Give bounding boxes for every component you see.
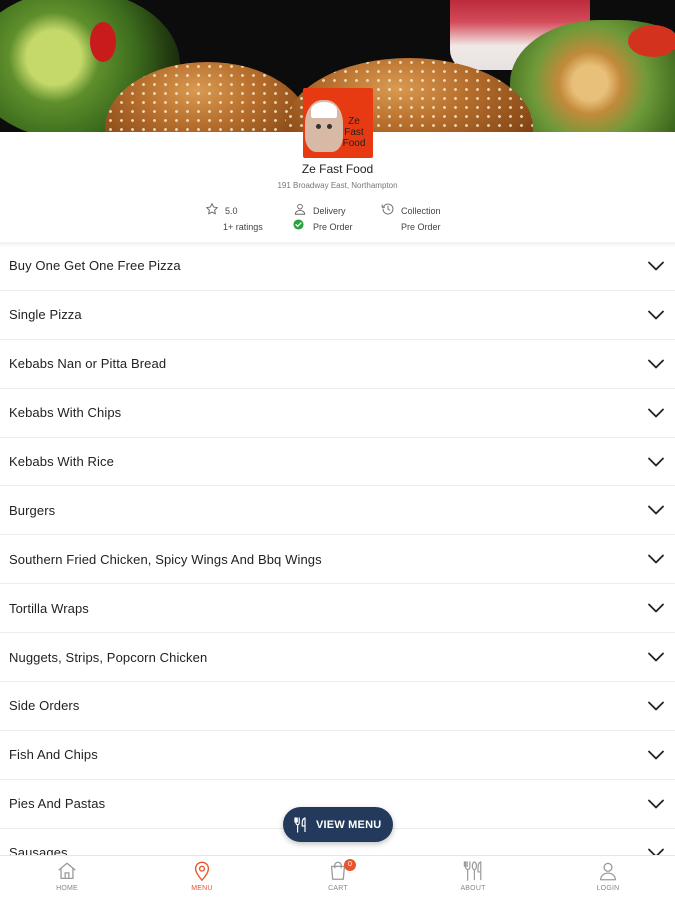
collection-label: Collection	[401, 206, 441, 216]
nav-home[interactable]: HOME	[27, 860, 107, 892]
menu-category-row[interactable]: Kebabs With Chips	[0, 389, 675, 438]
menu-category-row[interactable]: Kebabs With Rice	[0, 438, 675, 487]
chevron-down-icon	[648, 261, 664, 271]
list-top-shadow	[0, 242, 675, 248]
menu-category-row[interactable]: Buy One Get One Free Pizza	[0, 242, 675, 291]
menu-category-label: Side Orders	[9, 698, 80, 714]
nav-home-label: HOME	[56, 885, 78, 892]
menu-category-list: Buy One Get One Free Pizza Single Pizza …	[0, 242, 675, 878]
about-cutlery-icon	[463, 861, 482, 881]
cutlery-icon	[294, 816, 306, 833]
menu-category-row[interactable]: Side Orders	[0, 682, 675, 731]
menu-category-label: Buy One Get One Free Pizza	[9, 258, 181, 274]
home-icon	[58, 862, 76, 879]
bottom-nav: HOME MENU 0 CART ABOUT LOGIN	[0, 855, 675, 900]
chevron-down-icon	[648, 554, 664, 564]
chevron-down-icon	[648, 408, 664, 418]
nav-cart-label: CART	[328, 885, 348, 892]
menu-category-label: Nuggets, Strips, Popcorn Chicken	[9, 649, 208, 665]
chevron-down-icon	[648, 652, 664, 662]
store-name: Ze Fast Food	[301, 162, 374, 176]
nav-about[interactable]: ABOUT	[433, 860, 513, 892]
menu-category-row[interactable]: Burgers	[0, 486, 675, 536]
nav-login-label: LOGIN	[596, 885, 620, 892]
menu-category-label: Tortilla Wraps	[9, 600, 89, 616]
menu-category-row[interactable]: Single Pizza	[0, 291, 675, 340]
collection-status: Pre Order	[401, 222, 441, 232]
chevron-down-icon	[648, 799, 664, 809]
store-logo: Ze Fast Food	[303, 88, 373, 158]
star-icon	[206, 203, 218, 215]
menu-category-label: Pies And Pastas	[9, 796, 106, 812]
nav-cart[interactable]: 0 CART	[298, 859, 378, 892]
menu-category-row[interactable]: Southern Fried Chicken, Spicy Wings And …	[0, 535, 675, 585]
delivery-person-icon	[294, 203, 306, 215]
clock-history-icon	[381, 203, 394, 215]
rating-value: 5.0	[225, 206, 238, 216]
logo-text: Ze Fast Food	[342, 116, 366, 149]
map-pin-icon	[194, 861, 210, 882]
nav-about-label: ABOUT	[460, 885, 486, 892]
chevron-down-icon	[648, 701, 664, 711]
chevron-down-icon	[648, 603, 664, 613]
menu-category-label: Southern Fried Chicken, Spicy Wings And …	[9, 551, 322, 567]
store-address: 191 Broadway East, Northampton	[277, 181, 398, 190]
chevron-down-icon	[648, 310, 664, 320]
check-circle-icon	[293, 219, 304, 230]
chevron-down-icon	[648, 359, 664, 369]
nav-menu[interactable]: MENU	[162, 860, 242, 892]
delivery-label: Delivery	[313, 206, 346, 216]
view-menu-label: VIEW MENU	[316, 818, 382, 831]
menu-category-row[interactable]: Fish And Chips	[0, 731, 675, 780]
menu-category-label: Single Pizza	[9, 307, 82, 323]
delivery-status: Pre Order	[313, 222, 353, 232]
nav-menu-label: MENU	[191, 885, 213, 892]
menu-category-label: Kebabs Nan or Pitta Bread	[9, 356, 167, 372]
view-menu-button[interactable]: VIEW MENU	[283, 807, 393, 842]
chevron-down-icon	[648, 505, 664, 515]
menu-category-row[interactable]: Kebabs Nan or Pitta Bread	[0, 340, 675, 389]
menu-category-row[interactable]: Tortilla Wraps	[0, 584, 675, 634]
rating-count: 1+ ratings	[223, 222, 263, 232]
chevron-down-icon	[648, 457, 664, 466]
menu-category-label: Burgers	[9, 502, 56, 518]
menu-category-row[interactable]: Nuggets, Strips, Popcorn Chicken	[0, 633, 675, 683]
nav-login[interactable]: LOGIN	[568, 860, 648, 892]
menu-category-label: Kebabs With Rice	[9, 454, 114, 469]
menu-category-label: Fish And Chips	[9, 747, 98, 763]
user-icon	[600, 862, 616, 881]
chevron-down-icon	[648, 750, 664, 760]
cart-count-badge: 0	[344, 859, 356, 871]
menu-category-label: Kebabs With Chips	[9, 405, 122, 421]
